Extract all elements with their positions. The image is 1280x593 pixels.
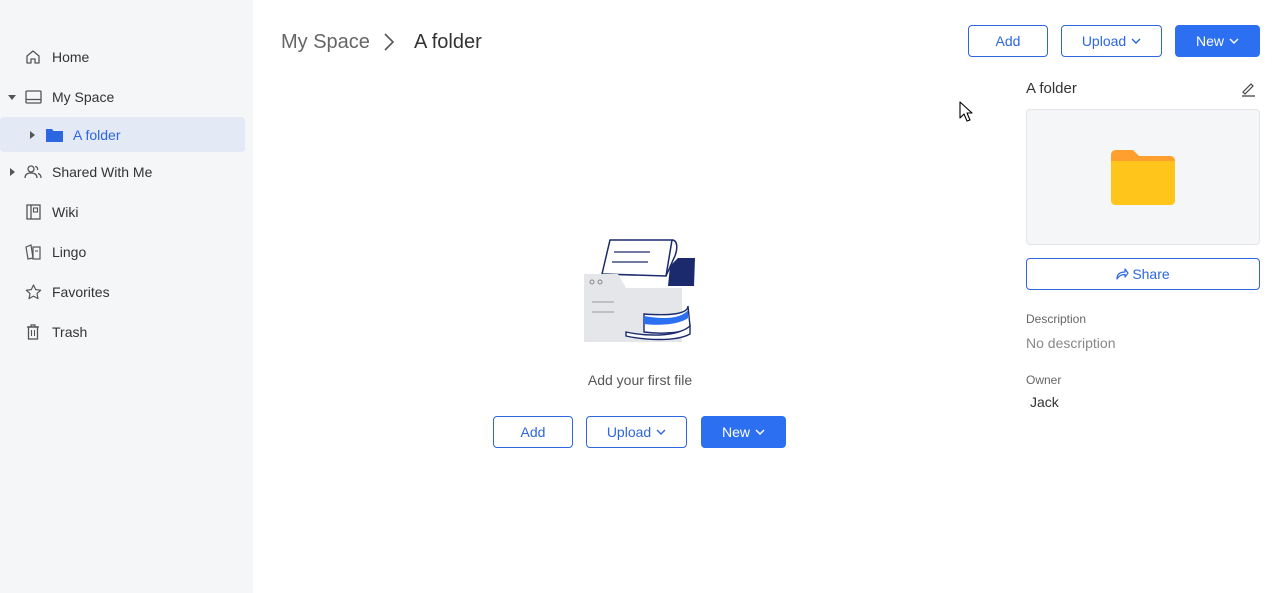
star-icon: [24, 283, 42, 301]
sidebar-item-label: My Space: [52, 89, 115, 105]
breadcrumb: My Space A folder: [281, 29, 482, 55]
empty-new-button[interactable]: New: [701, 416, 786, 448]
sidebar-item-label: A folder: [73, 126, 121, 143]
new-button-label: New: [1195, 33, 1224, 49]
chevron-down-icon: [1229, 38, 1239, 44]
chevron-right-icon: [383, 32, 403, 52]
caret-right-icon[interactable]: [7, 167, 17, 177]
sidebar-item-favorites[interactable]: Favorites: [0, 272, 253, 312]
folder-large-icon: [1111, 150, 1175, 205]
sidebar-item-label: Lingo: [52, 244, 87, 260]
sidebar: Home My Space A folder Shared With Me Wi…: [0, 0, 253, 593]
add-button[interactable]: Add: [968, 25, 1048, 57]
mouse-cursor-icon: [959, 101, 975, 123]
owner-value: Jack: [1030, 394, 1059, 410]
sidebar-item-label: Home: [52, 49, 90, 65]
wiki-icon: [24, 203, 42, 221]
chevron-down-icon: [1131, 38, 1141, 44]
my-space-icon: [24, 88, 42, 106]
empty-state-message: Add your first file: [587, 372, 693, 388]
description-value: No description: [1026, 335, 1116, 351]
share-button[interactable]: Share: [1026, 258, 1260, 290]
trash-icon: [24, 323, 42, 341]
breadcrumb-current: A folder: [413, 30, 482, 53]
sidebar-item-trash[interactable]: Trash: [0, 312, 253, 352]
upload-button[interactable]: Upload: [1061, 25, 1162, 57]
details-title: A folder: [1026, 80, 1077, 97]
chevron-down-icon: [755, 429, 765, 435]
empty-add-button[interactable]: Add: [493, 416, 573, 448]
sidebar-item-lingo[interactable]: Lingo: [0, 232, 253, 272]
empty-add-button-label: Add: [520, 424, 546, 440]
description-label: Description: [1026, 312, 1087, 326]
empty-upload-button[interactable]: Upload: [586, 416, 687, 448]
share-icon: [1116, 268, 1129, 280]
shared-users-icon: [24, 163, 42, 181]
caret-down-icon[interactable]: [7, 92, 17, 102]
sidebar-item-home[interactable]: Home: [0, 37, 253, 77]
add-button-label: Add: [995, 33, 1021, 49]
folder-icon: [45, 126, 63, 144]
new-button[interactable]: New: [1175, 25, 1260, 57]
owner-label: Owner: [1026, 373, 1062, 387]
share-button-label: Share: [1132, 266, 1170, 282]
caret-right-icon[interactable]: [27, 130, 37, 140]
sidebar-item-label: Trash: [52, 324, 88, 340]
sidebar-item-my-space[interactable]: My Space: [0, 77, 253, 117]
edit-icon[interactable]: [1240, 81, 1256, 97]
sidebar-item-label: Wiki: [52, 204, 79, 220]
sidebar-item-label: Favorites: [52, 284, 110, 300]
sidebar-item-a-folder[interactable]: A folder: [0, 117, 245, 152]
folder-preview: [1026, 109, 1260, 245]
upload-button-label: Upload: [1081, 33, 1127, 49]
empty-folder-illustration: [580, 236, 700, 346]
sidebar-item-label: Shared With Me: [52, 164, 153, 180]
app-window: Home My Space A folder Shared With Me Wi…: [0, 0, 1280, 593]
chevron-down-icon: [656, 429, 666, 435]
sidebar-item-shared-with-me[interactable]: Shared With Me: [0, 152, 253, 192]
empty-new-button-label: New: [721, 424, 750, 440]
lingo-icon: [24, 243, 42, 261]
sidebar-item-wiki[interactable]: Wiki: [0, 192, 253, 232]
empty-upload-button-label: Upload: [606, 424, 652, 440]
breadcrumb-root-link[interactable]: My Space: [281, 31, 370, 54]
home-icon: [24, 48, 42, 66]
